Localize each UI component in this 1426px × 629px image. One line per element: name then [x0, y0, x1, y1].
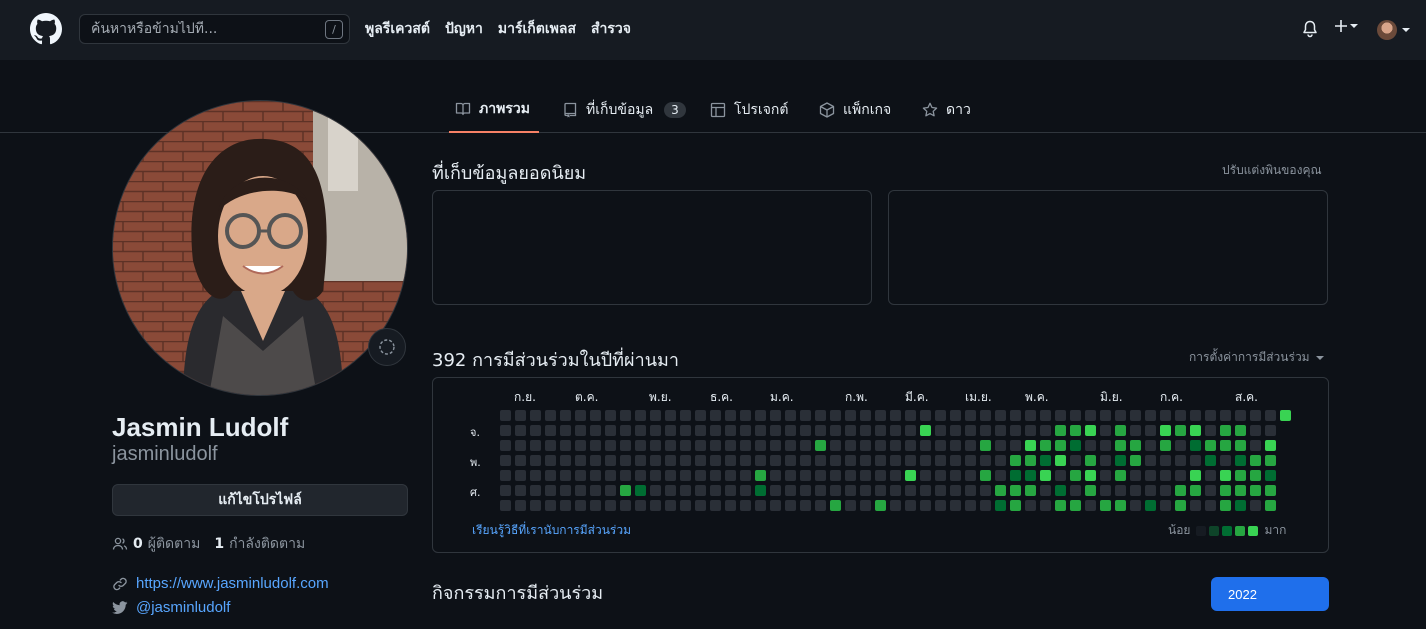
tab-repositories[interactable]: ที่เก็บข้อมูล 3 — [562, 86, 686, 133]
day-label-monday: จ. — [470, 426, 480, 439]
contribution-settings-label: การตั้งค่าการมีส่วนร่วม — [1189, 350, 1310, 364]
tab-packages[interactable]: แพ็กเกจ — [819, 86, 891, 133]
contribution-activity-title: กิจกรรมการมีส่วนร่วม — [432, 583, 604, 604]
month-label: เม.ย. — [965, 390, 992, 404]
repo-icon — [564, 102, 577, 117]
profile-name: Jasmin Ludolf — [112, 412, 289, 442]
nav-marketplace[interactable]: มาร์เก็ตเพลส — [498, 18, 576, 40]
user-menu-avatar[interactable] — [1377, 20, 1397, 40]
search-input[interactable] — [91, 21, 316, 37]
follow-stats: 0 ผู้ติดตาม 1 กำลังติดตาม — [112, 533, 305, 555]
twitter-row: @jasminludolf — [112, 599, 230, 616]
chevron-down-icon[interactable] — [1402, 28, 1410, 32]
tab-projects[interactable]: โปรเจกต์ — [710, 86, 788, 133]
month-label: พ.ค. — [1025, 390, 1049, 404]
search-box[interactable]: / — [79, 14, 350, 44]
top-nav: พูลรีเควสต์ ปัญหา มาร์เก็ตเพลส สำรวจ — [365, 18, 631, 40]
chevron-down-icon — [1315, 355, 1324, 360]
month-label: พ.ย. — [649, 390, 672, 404]
package-icon — [819, 101, 835, 118]
pinned-repo-card[interactable] — [888, 190, 1328, 305]
contributions-title: 392 การมีส่วนร่วมในปีที่ผ่านมา — [432, 350, 679, 371]
tab-label: แพ็กเกจ — [843, 101, 892, 118]
profile-photo — [113, 101, 407, 395]
website-link[interactable]: https://www.jasminludolf.com — [136, 575, 329, 592]
month-label: ก.พ. — [845, 390, 868, 404]
tab-label: ที่เก็บข้อมูล — [586, 101, 654, 118]
people-icon — [112, 537, 128, 550]
slash-shortcut-badge: / — [325, 20, 343, 39]
month-label: มี.ค. — [905, 390, 929, 404]
profile-avatar[interactable] — [112, 100, 408, 396]
customize-pins-link[interactable]: ปรับแต่งพินของคุณ — [1222, 161, 1322, 180]
link-icon — [113, 577, 127, 590]
nav-explore[interactable]: สำรวจ — [591, 18, 631, 40]
tab-label: โปรเจกต์ — [734, 101, 789, 118]
day-label-friday: ศ. — [470, 486, 481, 499]
contribution-settings-dropdown[interactable]: การตั้งค่าการมีส่วนร่วม — [1189, 348, 1324, 367]
smiley-icon — [379, 339, 395, 355]
profile-login: jasminludolf — [112, 443, 218, 465]
book-icon — [455, 102, 471, 115]
legend-level-3 — [1235, 525, 1246, 536]
month-label: ต.ค. — [575, 390, 599, 404]
table-icon — [710, 102, 726, 117]
nav-pull-requests[interactable]: พูลรีเควสต์ — [365, 18, 430, 40]
website-row: https://www.jasminludolf.com — [112, 575, 329, 592]
month-label: มิ.ย. — [1100, 390, 1123, 404]
nav-issues[interactable]: ปัญหา — [445, 18, 483, 40]
top-header: / พูลรีเควสต์ ปัญหา มาร์เก็ตเพลส สำรวจ — [0, 0, 1426, 60]
tab-label: ภาพรวม — [479, 100, 530, 117]
month-label: ม.ค. — [770, 390, 794, 404]
pinned-repo-card[interactable] — [432, 190, 872, 305]
following-count[interactable]: 1 — [214, 536, 224, 552]
popular-repos-title: ที่เก็บข้อมูลยอดนิยม — [432, 163, 587, 184]
star-icon — [922, 102, 938, 116]
month-label: ส.ค. — [1235, 390, 1258, 404]
legend-level-0 — [1196, 525, 1207, 536]
plus-icon — [1335, 20, 1347, 32]
create-new-button[interactable] — [1334, 19, 1358, 33]
github-logo-icon[interactable] — [30, 13, 62, 45]
edit-profile-button[interactable]: แก้ไขโปรไฟล์ — [112, 484, 408, 516]
set-status-button[interactable] — [368, 328, 406, 366]
followers-label[interactable]: ผู้ติดตาม — [148, 533, 201, 555]
day-label-wednesday: พ. — [470, 456, 481, 469]
tab-overview[interactable]: ภาพรวม — [449, 86, 539, 133]
legend-less: น้อย — [1168, 523, 1191, 537]
contribution-legend: น้อย มาก — [1168, 521, 1286, 540]
twitter-icon — [112, 600, 128, 614]
followers-count[interactable]: 0 — [133, 536, 143, 552]
bell-icon[interactable] — [1302, 20, 1318, 38]
twitter-link[interactable]: @jasminludolf — [136, 599, 230, 616]
year-2022-button[interactable]: 2022 — [1211, 577, 1329, 611]
month-label: ก.ย. — [514, 390, 536, 404]
legend-more: มาก — [1264, 523, 1287, 537]
tab-label: ดาว — [946, 101, 971, 118]
following-label[interactable]: กำลังติดตาม — [229, 533, 305, 555]
legend-level-2 — [1222, 525, 1233, 536]
legend-level-4 — [1248, 525, 1259, 536]
month-label: ธ.ค. — [710, 390, 733, 404]
repo-count-badge: 3 — [664, 101, 686, 118]
legend-level-1 — [1209, 525, 1220, 536]
tab-stars[interactable]: ดาว — [922, 86, 971, 133]
month-label: ก.ค. — [1160, 390, 1183, 404]
chevron-down-icon — [1350, 24, 1358, 28]
learn-contributions-link[interactable]: เรียนรู้วิธีที่เรานับการมีส่วนร่วม — [472, 521, 631, 540]
